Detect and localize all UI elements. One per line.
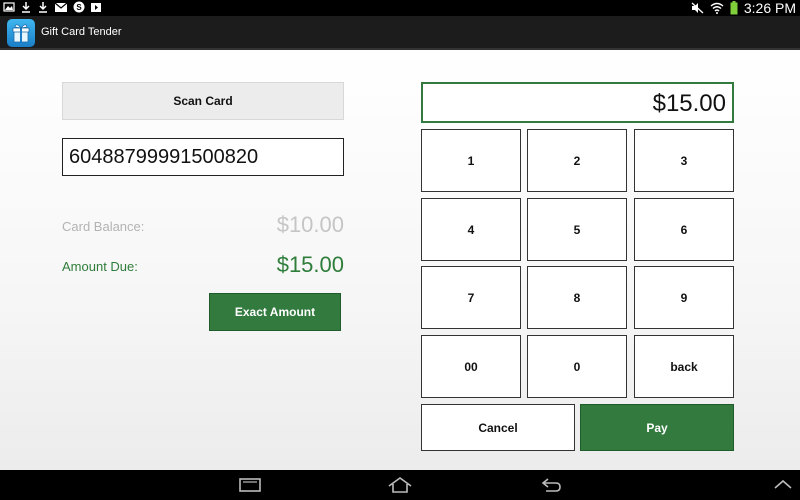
system-status: 3:26 PM — [691, 0, 796, 16]
key-4[interactable]: 4 — [421, 198, 521, 261]
notification-icons: S — [3, 1, 102, 13]
card-number-field[interactable]: 60488799991500820 — [62, 138, 344, 176]
exact-amount-button[interactable]: Exact Amount — [209, 293, 341, 331]
key-6[interactable]: 6 — [634, 198, 734, 261]
key-9[interactable]: 9 — [634, 266, 734, 329]
svg-text:S: S — [76, 3, 82, 12]
key-0[interactable]: 0 — [527, 335, 627, 398]
image-icon — [3, 2, 15, 12]
play-store-icon — [91, 3, 101, 12]
mail-icon — [54, 2, 68, 12]
key-5[interactable]: 5 — [527, 198, 627, 261]
cancel-button[interactable]: Cancel — [421, 404, 575, 451]
amount-due-label: Amount Due: — [62, 259, 138, 274]
gift-icon[interactable] — [7, 19, 35, 47]
key-00[interactable]: 00 — [421, 335, 521, 398]
card-balance-value: $10.00 — [276, 212, 344, 237]
collapse-icon[interactable] — [770, 476, 796, 494]
status-bar: S 3:26 PM — [0, 0, 800, 16]
download-icon — [22, 2, 30, 13]
amount-due-value: $15.00 — [276, 252, 344, 277]
key-8[interactable]: 8 — [527, 266, 627, 329]
scan-card-button[interactable]: Scan Card — [62, 82, 344, 120]
back-icon[interactable] — [538, 476, 564, 494]
key-3[interactable]: 3 — [634, 129, 734, 192]
download-icon — [39, 2, 47, 13]
wifi-icon — [710, 2, 724, 14]
clock-time: 3:26 PM — [743, 0, 796, 16]
main-content: Scan Card 60488799991500820 Card Balance… — [0, 50, 800, 470]
key-1[interactable]: 1 — [421, 129, 521, 192]
key-2[interactable]: 2 — [527, 129, 627, 192]
navigation-bar — [0, 470, 800, 500]
skype-icon: S — [73, 1, 85, 13]
battery-icon — [730, 1, 738, 15]
app-title: Gift Card Tender — [41, 26, 122, 38]
home-icon[interactable] — [387, 476, 413, 494]
card-balance-label: Card Balance: — [62, 219, 145, 234]
key-7[interactable]: 7 — [421, 266, 521, 329]
key-back[interactable]: back — [634, 335, 734, 398]
tender-amount-display[interactable]: $15.00 — [421, 82, 734, 123]
action-bar: Gift Card Tender — [0, 16, 800, 50]
mute-icon — [691, 2, 704, 14]
recent-apps-icon[interactable] — [237, 476, 263, 494]
pay-button[interactable]: Pay — [580, 404, 734, 451]
